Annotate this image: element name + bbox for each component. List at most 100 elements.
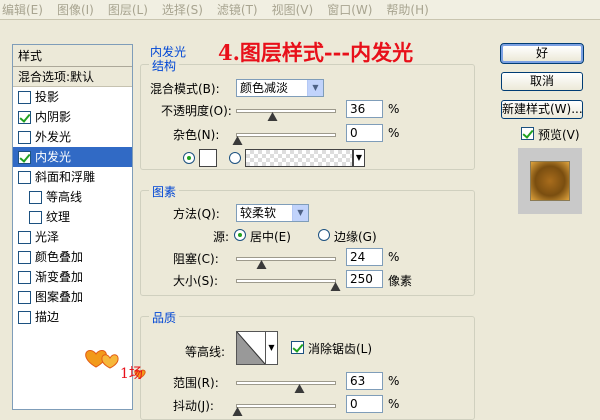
style-item-label: 渐变叠加 [35,270,84,284]
preview-label[interactable]: 预览(V) [538,126,580,143]
style-item-3[interactable]: 内发光 [13,147,132,167]
glow-color-swatch[interactable] [199,149,217,167]
blend-mode-select[interactable]: 颜色减淡 ▼ [236,79,324,97]
preview-checkbox[interactable] [521,127,534,140]
styles-header[interactable]: 样式 [13,45,132,67]
choke-label: 阻塞(C): [173,252,219,266]
ok-button[interactable]: 好 [500,43,584,64]
range-input[interactable]: 63 [346,372,383,390]
style-item-2[interactable]: 外发光 [13,127,132,147]
style-item-0[interactable]: 投影 [13,87,132,107]
style-item-label: 外发光 [35,130,72,144]
style-checkbox[interactable] [18,110,31,124]
inner-glow-panel: 内发光 结构 混合模式(B): 颜色减淡 ▼ 不透明度(O): 36 % 杂色(… [140,40,486,420]
style-item-label: 纹理 [46,210,71,224]
cancel-button[interactable]: 取消 [501,72,583,91]
menubar: 编辑(E) 图像(I) 图层(L) 选择(S) 滤镜(T) 视图(V) 窗口(W) 帮助(H) [0,0,600,20]
style-item-9[interactable]: 渐变叠加 [13,267,132,287]
source-label: 源: [213,230,230,244]
gradient-radio[interactable] [229,152,241,164]
contour-label: 等高线: [185,345,226,359]
heart-logo-icon: 1场 [85,349,146,382]
menu-item-1[interactable]: 图像(I) [57,1,94,18]
chevron-down-icon: ▼ [307,80,323,96]
range-label: 范围(R): [173,376,219,390]
method-label: 方法(Q): [173,207,220,221]
structure-legend: 结构 [149,57,180,74]
style-item-11[interactable]: 描边 [13,307,132,327]
source-center-radio[interactable] [234,229,246,241]
menu-item-4[interactable]: 滤镜(T) [217,1,258,18]
menu-item-0[interactable]: 编辑(E) [2,1,43,18]
style-checkbox[interactable] [18,90,31,104]
opacity-slider[interactable] [236,109,336,121]
contour-curve-icon [237,332,266,364]
source-edge-label[interactable]: 边缘(G) [334,228,377,245]
size-slider[interactable] [236,279,341,291]
range-slider[interactable] [236,381,336,393]
style-checkbox[interactable] [18,150,31,164]
noise-input[interactable]: 0 [346,124,383,142]
style-checkbox[interactable] [18,270,31,284]
preview-swatch [530,161,570,201]
size-input[interactable]: 250 [346,270,383,288]
source-center-label[interactable]: 居中(E) [250,228,291,245]
style-item-label: 投影 [35,90,60,104]
blend-options-item[interactable]: 混合选项:默认 [13,67,132,87]
jitter-slider-thumb[interactable] [232,407,243,416]
style-item-8[interactable]: 颜色叠加 [13,247,132,267]
style-checkbox[interactable] [29,190,42,204]
jitter-percent: % [388,397,400,411]
source-edge-radio[interactable] [318,229,330,241]
blend-mode-label: 混合模式(B): [150,82,220,96]
choke-slider[interactable] [236,257,336,269]
opacity-label: 不透明度(O): [161,104,232,118]
style-item-1[interactable]: 内阴影 [13,107,132,127]
style-checkbox[interactable] [18,130,31,144]
noise-slider[interactable] [232,133,336,145]
opacity-input[interactable]: 36 [346,100,383,118]
style-item-label: 斜面和浮雕 [35,170,96,184]
noise-percent: % [388,126,400,140]
style-checkbox[interactable] [18,170,31,184]
style-checkbox[interactable] [18,290,31,304]
elements-legend: 图素 [149,183,180,200]
choke-slider-thumb[interactable] [256,260,267,269]
opacity-slider-thumb[interactable] [267,112,278,121]
menu-item-6[interactable]: 窗口(W) [327,1,372,18]
choke-input[interactable]: 24 [346,248,383,266]
solid-color-radio[interactable] [183,152,195,164]
style-item-label: 光泽 [35,230,60,244]
style-item-10[interactable]: 图案叠加 [13,287,132,307]
style-item-6[interactable]: 纹理 [13,207,132,227]
size-unit: 像素 [388,274,413,288]
jitter-slider[interactable] [232,404,336,416]
noise-slider-thumb[interactable] [232,136,243,145]
gradient-swatch[interactable] [245,149,353,167]
menu-item-3[interactable]: 选择(S) [162,1,203,18]
style-item-4[interactable]: 斜面和浮雕 [13,167,132,187]
new-style-button[interactable]: 新建样式(W)... [501,100,583,119]
opacity-percent: % [388,102,400,116]
style-checkbox[interactable] [18,310,31,324]
contour-picker[interactable]: ▼ [236,331,278,365]
menu-item-2[interactable]: 图层(L) [108,1,148,18]
gradient-dropdown-icon[interactable]: ▼ [353,149,365,167]
style-item-7[interactable]: 光泽 [13,227,132,247]
style-checkbox[interactable] [18,230,31,244]
elements-group: 图素 方法(Q): 较柔软 ▼ 源: 居中(E) 边缘(G) 阻塞(C): 24… [140,183,475,296]
style-checkbox[interactable] [18,250,31,264]
style-item-5[interactable]: 等高线 [13,187,132,207]
antialias-label[interactable]: 消除锯齿(L) [308,340,372,357]
antialias-checkbox[interactable] [291,341,304,354]
size-slider-thumb[interactable] [330,282,341,291]
menu-item-5[interactable]: 视图(V) [272,1,314,18]
method-select[interactable]: 较柔软 ▼ [236,204,309,222]
style-item-label: 描边 [35,310,60,324]
menu-item-7[interactable]: 帮助(H) [386,1,428,18]
range-slider-thumb[interactable] [294,384,305,393]
style-item-label: 图案叠加 [35,290,84,304]
style-checkbox[interactable] [29,210,42,224]
noise-label: 杂色(N): [173,128,220,142]
jitter-input[interactable]: 0 [346,395,383,413]
